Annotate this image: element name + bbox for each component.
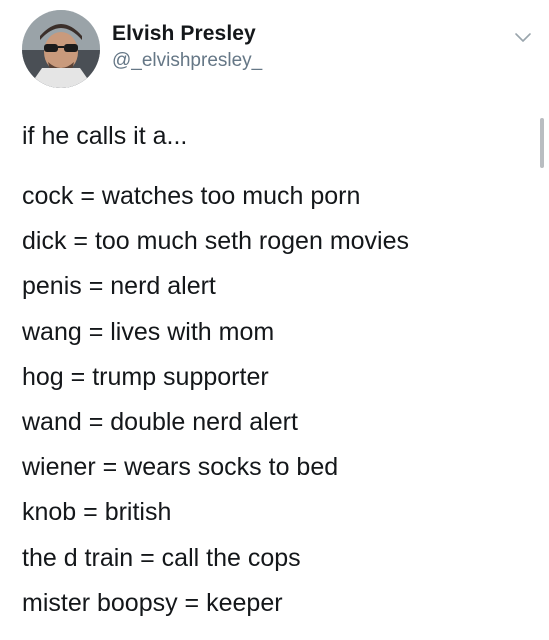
chevron-down-icon[interactable] bbox=[511, 26, 535, 50]
avatar[interactable] bbox=[22, 10, 100, 88]
display-name[interactable]: Elvish Presley bbox=[112, 22, 262, 46]
scrollbar[interactable] bbox=[540, 118, 544, 168]
user-handle[interactable]: @_elvishpresley_ bbox=[112, 50, 262, 72]
tweet-lines: cock = watches too much porn dick = too … bbox=[22, 174, 409, 626]
tweet-intro-text: if he calls it a... bbox=[22, 122, 188, 150]
tweet-line: mister boopsy = keeper bbox=[22, 588, 283, 617]
tweet-line: cock = watches too much porn bbox=[22, 182, 361, 210]
user-names: Elvish Presley @_elvishpresley_ bbox=[112, 22, 262, 72]
tweet-line: the d train = call the cops bbox=[22, 543, 301, 572]
tweet-card: Elvish Presley @_elvishpresley_ if he ca… bbox=[0, 0, 549, 640]
tweet-line: hog = trump supporter bbox=[22, 362, 269, 391]
tweet-line: dick = too much seth rogen movies bbox=[22, 227, 409, 256]
tweet-line: wand = double nerd alert bbox=[22, 407, 298, 436]
tweet-line: penis = nerd alert bbox=[22, 272, 216, 301]
tweet-line: wiener = wears socks to bed bbox=[22, 453, 339, 482]
tweet-line: knob = british bbox=[22, 498, 172, 527]
tweet-header: Elvish Presley @_elvishpresley_ bbox=[22, 10, 532, 90]
tweet-line: wang = lives with mom bbox=[22, 317, 275, 346]
